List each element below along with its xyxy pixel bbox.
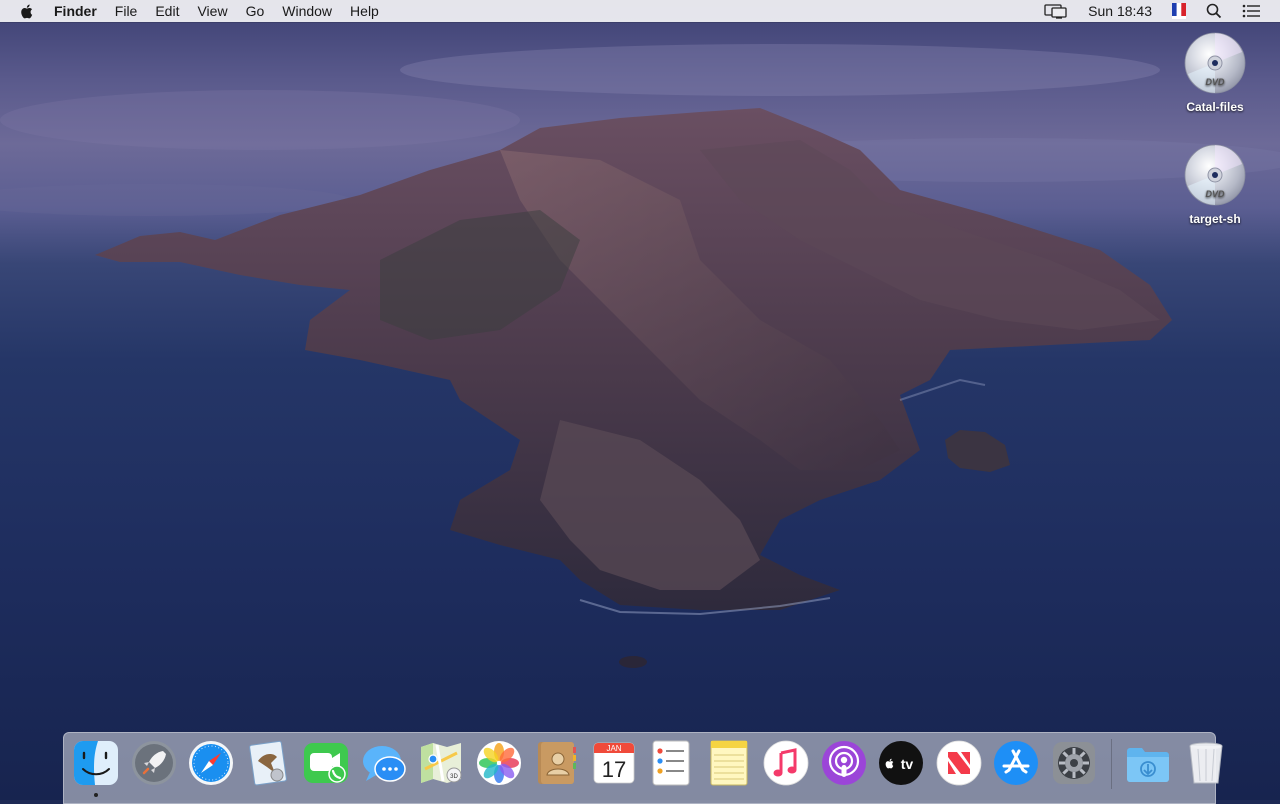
trash-icon — [1189, 742, 1222, 784]
dock-news[interactable] — [935, 739, 983, 787]
menu-bar: Finder File Edit View Go Window Help Sun… — [0, 0, 1280, 22]
music-icon — [763, 740, 809, 786]
podcasts-icon — [821, 741, 866, 785]
dock-separator — [1111, 739, 1112, 789]
maps-icon: 3D — [421, 743, 462, 783]
notification-center-icon[interactable] — [1232, 0, 1280, 22]
menu-app-name[interactable]: Finder — [54, 0, 106, 22]
dock-trash[interactable] — [1182, 739, 1230, 787]
dock-podcasts[interactable] — [820, 739, 868, 787]
dock-launchpad[interactable] — [130, 739, 178, 787]
calendar-day: 17 — [601, 757, 625, 782]
desktop-item-label: Catal-files — [1186, 100, 1244, 114]
contacts-icon — [538, 742, 576, 784]
menu-help[interactable]: Help — [341, 0, 388, 22]
mail-icon — [248, 740, 287, 786]
apple-tv-label: tv — [901, 756, 914, 772]
menu-view[interactable]: View — [188, 0, 236, 22]
dock-photos[interactable] — [475, 739, 523, 787]
dock-apple-tv[interactable]: tv — [877, 739, 925, 787]
calendar-icon: JAN 17 — [593, 742, 634, 784]
apple-menu-icon[interactable] — [19, 2, 35, 20]
photos-icon — [476, 741, 521, 785]
dock-system-preferences[interactable] — [1050, 739, 1098, 787]
dock-messages[interactable] — [360, 739, 408, 787]
dock-downloads[interactable] — [1124, 739, 1172, 787]
dock: 3D JAN 17 tv — [63, 732, 1222, 804]
dvd-disc-icon: DVD — [1184, 32, 1246, 94]
spotlight-search-icon[interactable] — [1196, 0, 1232, 22]
reminders-icon — [652, 740, 690, 786]
dock-finder[interactable] — [72, 739, 120, 797]
news-icon — [936, 740, 981, 786]
apple-tv-icon: tv — [879, 741, 923, 785]
safari-icon — [189, 741, 233, 785]
system-preferences-icon — [1052, 742, 1095, 784]
svg-text:DVD: DVD — [1205, 77, 1225, 87]
messages-icon — [362, 746, 406, 782]
dvd-disc-icon: DVD — [1184, 144, 1246, 206]
dock-music[interactable] — [762, 739, 810, 787]
running-indicator — [94, 793, 98, 797]
french-flag-input-icon[interactable] — [1162, 0, 1196, 22]
desktop-wallpaper — [0, 0, 1280, 800]
calendar-month: JAN — [606, 744, 621, 753]
menubar-clock[interactable]: Sun 18:43 — [1078, 0, 1162, 22]
app-store-icon — [994, 741, 1038, 785]
dock-reminders[interactable] — [647, 739, 695, 787]
dock-mail[interactable] — [245, 739, 293, 787]
desktop-item-target-sh[interactable]: DVD target-sh — [1167, 144, 1263, 226]
menu-file[interactable]: File — [106, 0, 147, 22]
finder-icon — [74, 741, 118, 785]
dock-facetime[interactable] — [302, 739, 350, 787]
display-icon[interactable] — [1034, 0, 1078, 22]
desktop-item-catal-files[interactable]: DVD Catal-files — [1167, 32, 1263, 114]
menu-go[interactable]: Go — [237, 0, 274, 22]
svg-text:3D: 3D — [450, 774, 458, 780]
dock-app-store[interactable] — [992, 739, 1040, 787]
dock-maps[interactable]: 3D — [417, 739, 465, 787]
dock-calendar[interactable]: JAN 17 — [590, 739, 638, 787]
facetime-icon — [304, 743, 348, 783]
svg-text:DVD: DVD — [1205, 189, 1225, 199]
dock-notes[interactable] — [705, 739, 753, 787]
notes-icon — [710, 740, 747, 786]
menu-window[interactable]: Window — [273, 0, 341, 22]
desktop-item-label: target-sh — [1189, 212, 1241, 226]
dock-contacts[interactable] — [532, 739, 580, 787]
dock-safari[interactable] — [187, 739, 235, 787]
downloads-folder-icon — [1127, 748, 1169, 782]
menu-edit[interactable]: Edit — [146, 0, 188, 22]
launchpad-icon — [131, 741, 176, 785]
